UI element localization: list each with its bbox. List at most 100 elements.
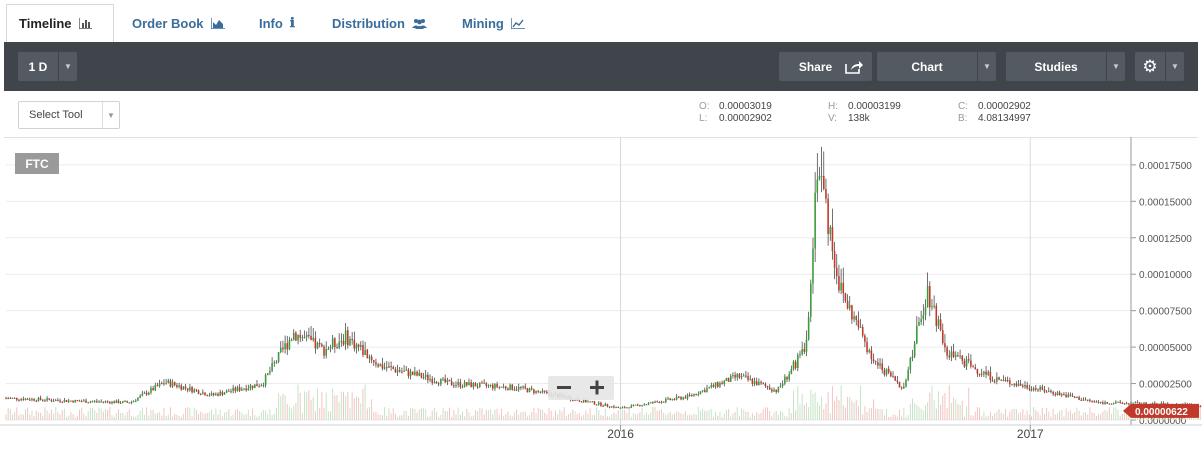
candle-body	[589, 401, 591, 403]
candle-body	[1011, 384, 1013, 386]
candle-body	[180, 385, 183, 390]
volume-bar	[637, 413, 639, 420]
low-value: 0.00002902	[719, 113, 772, 124]
volume-bar	[373, 412, 375, 420]
volume-bar	[598, 410, 600, 420]
volume-bar	[1011, 409, 1013, 420]
candle-body	[1086, 399, 1089, 401]
chart-type-select[interactable]: Chart ▼	[877, 52, 996, 81]
volume-bar	[1082, 412, 1084, 420]
volume-bar	[563, 407, 565, 420]
volume-bar	[957, 403, 959, 420]
volume-bar	[314, 410, 316, 420]
volume-bar	[526, 416, 528, 420]
volume-bar	[215, 408, 217, 420]
price-chart-area[interactable]: 0.0000000 0.00002500 0.00005000 0.00007500 0…	[0, 137, 1202, 457]
share-button[interactable]: Share	[779, 52, 872, 81]
candle-body	[1028, 388, 1031, 390]
volume-bar	[239, 411, 241, 420]
candle-body	[459, 382, 462, 387]
volume-bar	[767, 407, 769, 420]
interval-label: 1 D	[28, 59, 48, 74]
volume-bar	[665, 414, 667, 420]
tab-info[interactable]: Info ℹ	[259, 4, 295, 42]
base-value: 4.08134997	[978, 113, 1031, 124]
candle-body	[1076, 396, 1078, 398]
candle-body	[706, 388, 708, 393]
candle-body	[805, 339, 808, 352]
settings-button[interactable]: ⚙ ▼	[1135, 52, 1184, 81]
candle-body	[680, 397, 682, 400]
candle-body	[909, 357, 912, 370]
volume-bar	[37, 412, 39, 420]
candle-body	[1013, 383, 1015, 386]
candle-body	[163, 383, 165, 385]
candle-body	[310, 335, 312, 341]
volume-bar	[178, 416, 180, 420]
volume-bar	[734, 411, 736, 420]
volume-bar	[98, 407, 100, 420]
candle-body	[781, 383, 784, 387]
candle-body	[937, 319, 940, 326]
interval-select[interactable]: 1 D ▼	[18, 52, 77, 81]
volume-bar	[725, 409, 727, 420]
volume-bar	[487, 410, 489, 420]
volume-bar	[273, 413, 275, 420]
candle-body	[881, 363, 884, 371]
candle-body	[448, 379, 451, 382]
candle-body	[351, 339, 353, 341]
candle-body	[626, 407, 628, 409]
volume-bar	[890, 416, 892, 420]
candle-body	[435, 381, 438, 384]
candle-body	[641, 405, 643, 407]
volume-bar	[1059, 411, 1061, 420]
volume-bar	[899, 409, 901, 420]
candle-body	[342, 340, 345, 345]
candle-body	[329, 347, 332, 349]
volume-bar	[202, 413, 204, 420]
volume-bar	[11, 414, 13, 420]
volume-bar	[1113, 407, 1115, 420]
candle-body	[1104, 402, 1106, 404]
volume-bar	[195, 409, 197, 420]
volume-bar	[224, 412, 226, 420]
candle-body	[143, 392, 146, 394]
candle-body	[266, 373, 269, 375]
tab-timeline[interactable]: Timeline	[6, 4, 114, 42]
candle-body	[747, 376, 749, 380]
tab-mining[interactable]: Mining	[462, 4, 525, 42]
studies-select[interactable]: Studies ▼	[1006, 52, 1125, 81]
volume-bar	[992, 415, 994, 420]
candle-body	[617, 406, 620, 408]
volume-bar	[485, 409, 487, 420]
candle-body	[117, 400, 120, 404]
candle-body	[649, 402, 652, 404]
volume-bar	[632, 413, 634, 420]
price-chart[interactable]: 0.00000000.000025000.000050000.000075000…	[0, 137, 1202, 457]
y-tick-label: 0.00005000	[1139, 343, 1192, 354]
candle-body	[1115, 401, 1117, 404]
volume-bar	[1089, 407, 1091, 420]
candle-body	[729, 375, 732, 382]
candle-body	[801, 349, 803, 355]
select-tool-dropdown[interactable]: Select Tool ▼	[18, 101, 120, 129]
candle-body	[379, 364, 382, 367]
candle-body	[76, 400, 79, 402]
candle-body	[349, 339, 351, 346]
candle-body	[381, 364, 384, 369]
volume-bar	[33, 416, 35, 420]
tab-distribution[interactable]: Distribution	[332, 4, 427, 42]
candle-body	[230, 391, 232, 393]
candle-body	[1073, 396, 1076, 398]
volume-bar	[113, 416, 115, 420]
volume-bar	[347, 392, 349, 420]
candle-body	[191, 387, 193, 393]
tab-order-book[interactable]: Order Book	[132, 4, 225, 42]
candle-body	[829, 227, 832, 234]
candle-body	[1080, 399, 1083, 401]
volume-bar	[756, 412, 758, 420]
candle-body	[260, 385, 263, 387]
volume-bar	[706, 410, 708, 420]
candle-body	[738, 374, 741, 378]
volume-bar	[310, 400, 312, 420]
